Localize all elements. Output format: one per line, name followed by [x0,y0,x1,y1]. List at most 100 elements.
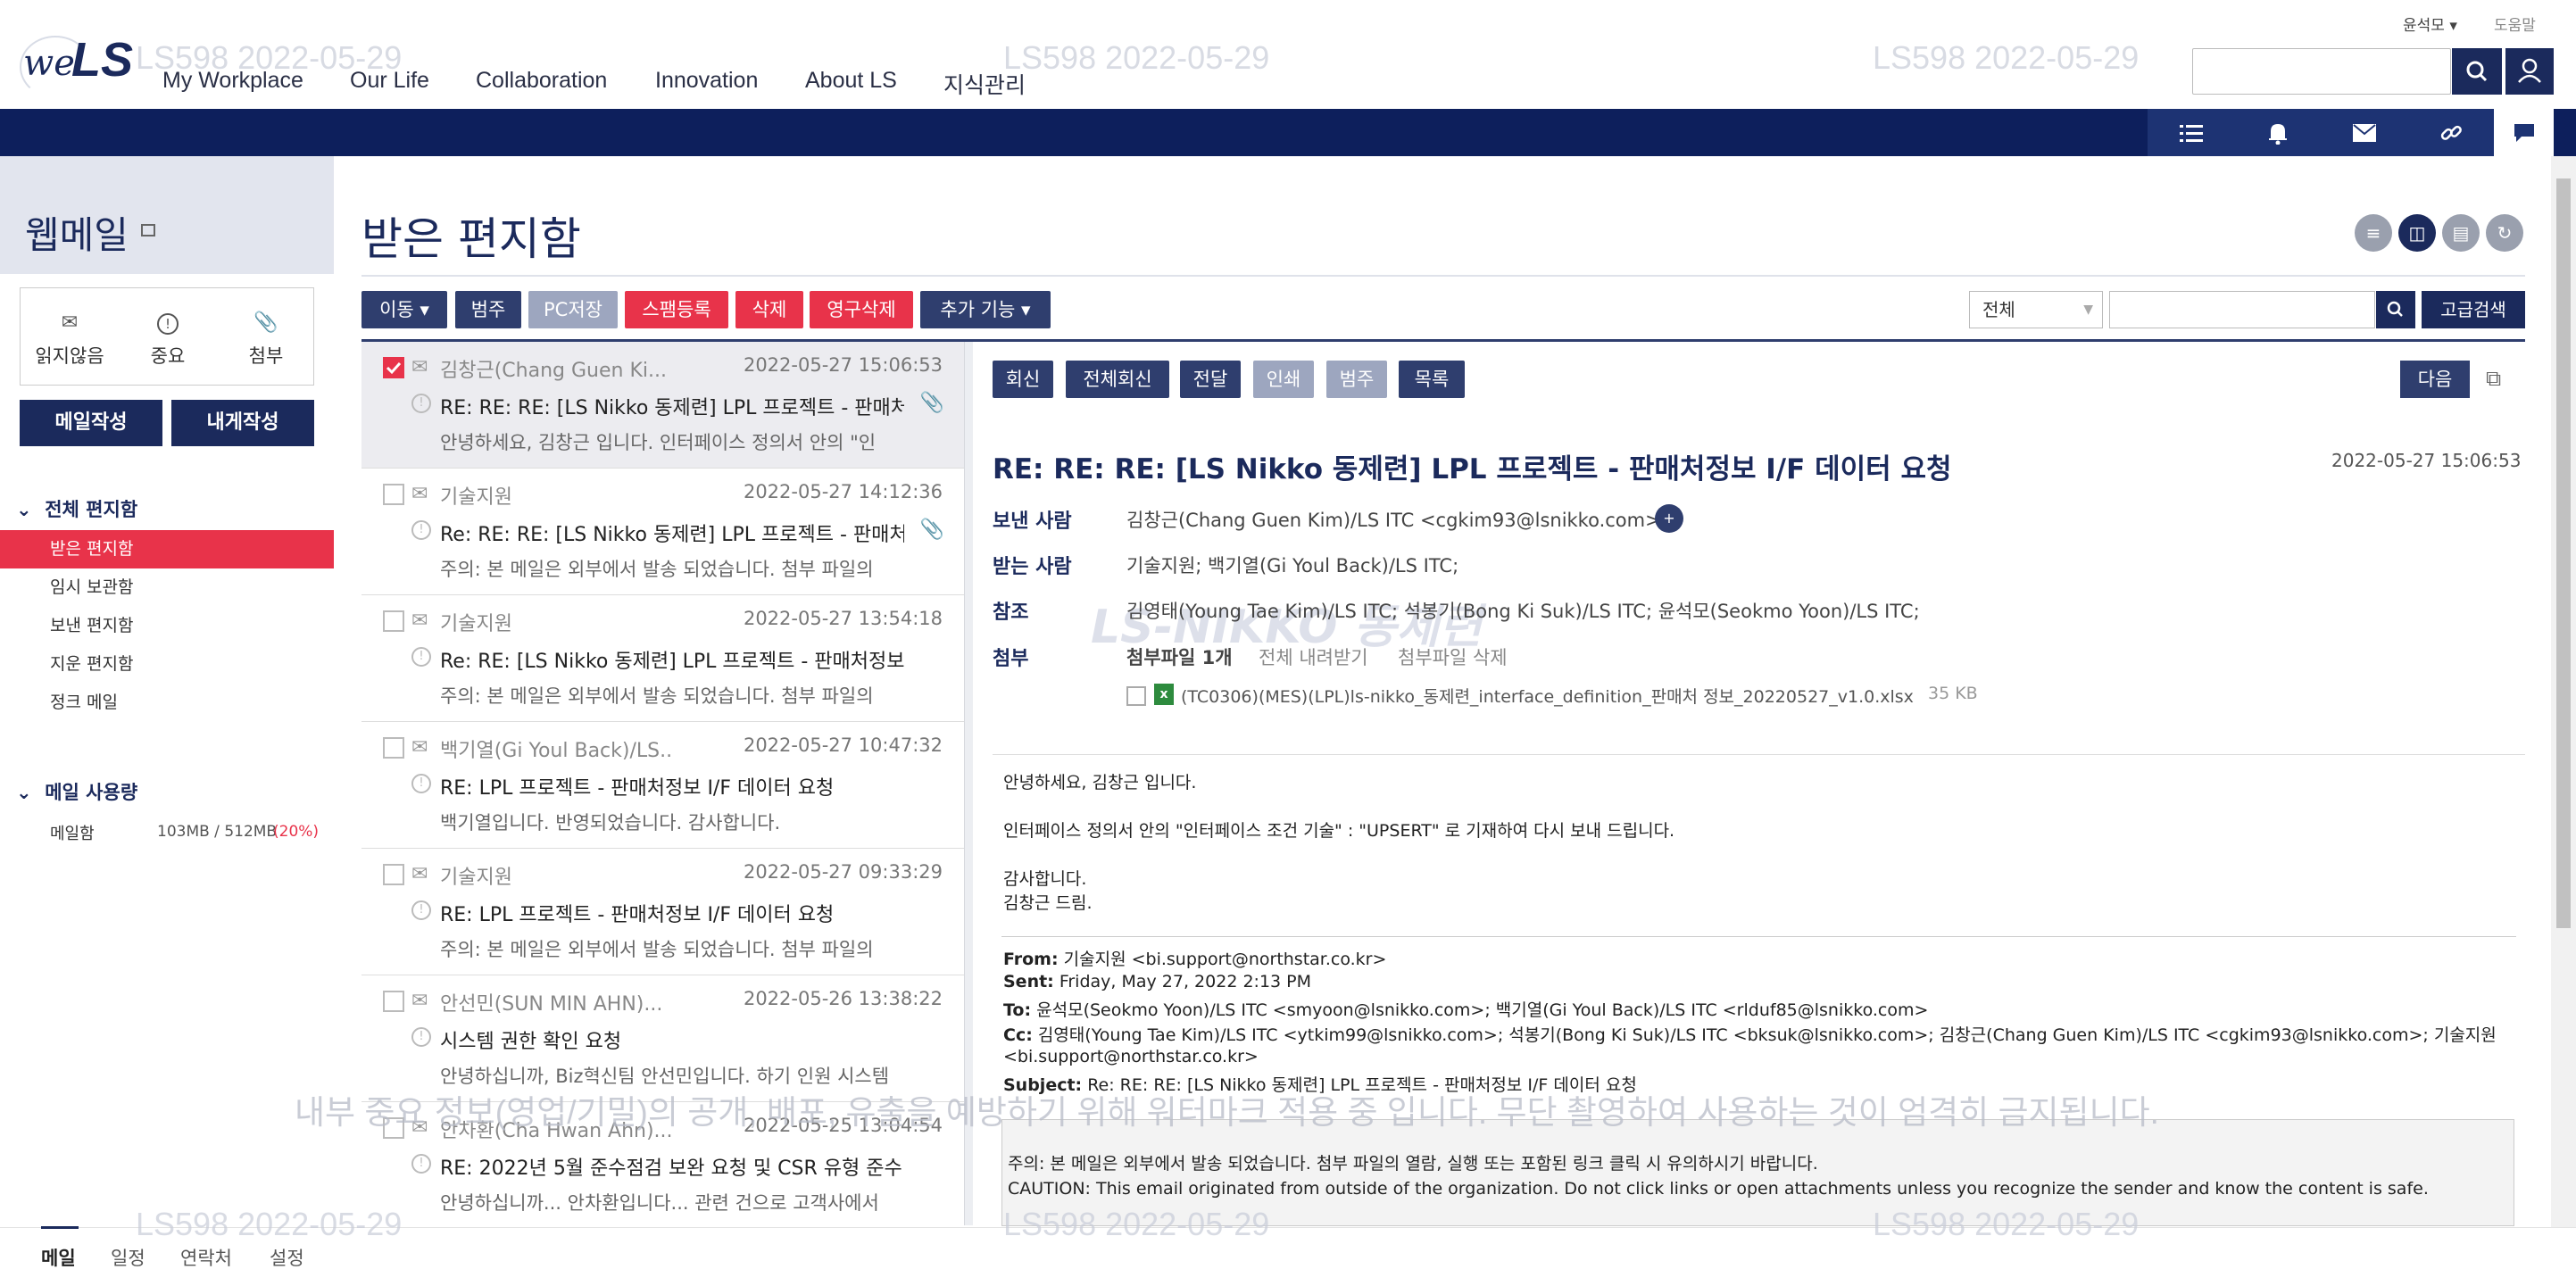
sidebar-header: 웹메일 [0,156,334,274]
important-toggle-icon[interactable]: ! [411,520,431,540]
forward-button[interactable]: 전달 [1180,361,1241,398]
quick-attachment[interactable]: 📎 첨부 [217,288,315,386]
mail-checkbox[interactable] [383,864,404,885]
mail-checkbox[interactable] [383,484,404,505]
important-toggle-icon[interactable]: ! [411,394,431,413]
folder-drafts[interactable]: 임시 보관함 [0,568,334,607]
list-view-util[interactable] [2148,109,2234,156]
cc-value[interactable]: 김영태(Young Tae Kim)/LS ITC; 석봉기(Bong Ki S… [1126,597,1920,624]
search-scope-select[interactable]: 전체 ▼ [1969,291,2103,328]
mail-list-item[interactable]: ✉ 기술지원 2022-05-27 14:12:36! Re: RE: RE: [LS… [361,469,964,595]
folder-junk[interactable]: 정크 메일 [0,684,334,722]
view-split-vertical-button[interactable]: ◫ [2398,214,2436,252]
mail-util[interactable] [2321,109,2407,156]
nav-about-ls[interactable]: About LS [805,68,897,94]
important-toggle-icon[interactable]: ! [411,774,431,793]
envelope-open-icon: ✉ [411,610,428,632]
move-button[interactable]: 이동 ▾ [361,291,447,328]
user-menu[interactable]: 윤석모 ▾ [2403,12,2457,35]
bottom-tab-contacts[interactable]: 연락처 [180,1244,232,1271]
mail-checkbox[interactable] [383,357,404,378]
quoted-to: To: 윤석모(Seokmo Yoon)/LS ITC <smyoon@lsni… [1003,997,1928,1021]
quoted-sent-label: Sent: [1003,972,1054,991]
mail-list-item[interactable]: ✉ 안선민(SUN MIN AHN)... 2022-05-26 13:38:22!… [361,975,964,1102]
mail-checkbox[interactable] [383,610,404,632]
reply-all-button[interactable]: 전체회신 [1066,361,1169,398]
important-toggle-icon[interactable]: ! [411,1154,431,1174]
folder-sent[interactable]: 보낸 편지함 [0,607,334,645]
folder-inbox[interactable]: 받은 편지함 [0,530,334,568]
advanced-search-button[interactable]: 고급검색 [2422,291,2525,328]
attachment-file-name[interactable]: (TC0306)(MES)(LPL)ls-nikko_동제련_interface… [1181,684,1914,708]
reply-button[interactable]: 회신 [993,361,1053,398]
important-toggle-icon[interactable]: ! [411,900,431,920]
mail-sender: 기술지원 [440,613,512,635]
list-button[interactable]: 목록 [1399,361,1465,398]
mail-search-button[interactable] [2376,291,2415,328]
category-button[interactable]: 범주 [455,291,521,328]
to-value[interactable]: 기술지원; 백기열(Gi Youl Back)/LS ITC; [1126,552,1458,578]
all-folders-toggle[interactable]: ⌄ 전체 편지함 [16,495,137,522]
mail-checkbox[interactable] [383,991,404,1012]
bottom-tab-mail[interactable]: 메일 [41,1244,76,1271]
notification-util[interactable] [2234,109,2321,156]
global-search-input[interactable] [2192,48,2451,95]
pc-save-button[interactable]: PC저장 [528,291,618,328]
print-button[interactable]: 인쇄 [1253,361,1314,398]
quoted-sent: Sent: Friday, May 27, 2022 2:13 PM [1003,972,1311,991]
bottom-tab-settings[interactable]: 설정 [270,1244,304,1271]
view-split-horizontal-button[interactable]: ▤ [2442,214,2480,252]
compose-button[interactable]: 메일작성 [20,400,162,446]
watermark-text: LS598 2022-05-29 [1003,39,1270,76]
mail-search-input[interactable] [2109,291,2375,328]
view-list-button[interactable]: ≡ [2355,214,2392,252]
from-value[interactable]: 김창근(Chang Guen Kim)/LS ITC <cgkim93@lsni… [1126,506,1661,533]
quick-important[interactable]: ! 중요 [119,288,217,386]
mail-preview: 주의: 본 메일은 외부에서 발송 되었습니다. 첨부 파일의 [440,559,874,580]
mail-list-item[interactable]: ✉ 김창근(Chang Guen Ki... 2022-05-27 15:06:53… [361,342,964,469]
important-toggle-icon[interactable]: ! [411,1027,431,1047]
mail-preview: 주의: 본 메일은 외부에서 발송 되었습니다. 첨부 파일의 [440,685,874,707]
caution-en: CAUTION: This email originated from outs… [1008,1179,2429,1199]
quoted-cc-cont: <bi.support@northstar.co.kr> [1003,1047,1259,1066]
link-util[interactable] [2407,109,2494,156]
user-profile-button[interactable] [2505,48,2554,95]
folder-deleted[interactable]: 지운 편지함 [0,645,334,684]
mail-usage-toggle[interactable]: ⌄ 메일 사용량 [16,778,137,805]
popout-icon[interactable] [141,224,155,236]
help-link[interactable]: 도움말 [2494,12,2536,35]
reader-category-button[interactable]: 범주 [1326,361,1387,398]
bottom-tab-schedule[interactable]: 일정 [111,1244,145,1271]
envelope-open-icon: ✉ [411,356,428,378]
download-all-link[interactable]: 전체 내려받기 [1259,643,1368,670]
mail-preview: 백기열입니다. 반영되었습니다. 감사합니다. [440,812,781,834]
mail-list-item[interactable]: ✉ 기술지원 2022-05-27 13:54:18! Re: RE: [LS Nik… [361,595,964,722]
delete-button[interactable]: 삭제 [735,291,803,328]
global-search-button[interactable] [2452,48,2502,95]
important-toggle-icon[interactable]: ! [411,647,431,667]
mail-list-item[interactable]: ✉ 기술지원 2022-05-27 09:33:29! RE: LPL 프로젝트 - … [361,849,964,975]
next-mail-button[interactable]: 다음 [2400,361,2470,398]
more-functions-button[interactable]: 추가 기능 ▾ [920,291,1051,328]
nav-collaboration[interactable]: Collaboration [476,68,607,94]
delete-attachment-link[interactable]: 첨부파일 삭제 [1398,643,1508,670]
permanent-delete-button[interactable]: 영구삭제 [810,291,913,328]
attachment-checkbox[interactable] [1126,686,1146,706]
mail-date: 2022-05-26 13:38:22 [743,988,943,1009]
quoted-to-value: 윤석모(Seokmo Yoon)/LS ITC <smyoon@lsnikko.… [1031,1000,1929,1020]
mail-list-item[interactable]: ✉ 백기열(Gi Youl Back)/LS... 2022-05-27 10:47… [361,722,964,849]
popout-window-icon[interactable]: ⧉ [2486,366,2501,391]
watermark-text: LS598 2022-05-29 [1873,39,2140,76]
add-contact-icon[interactable]: + [1655,504,1683,533]
nav-innovation[interactable]: Innovation [655,68,758,94]
chevron-down-icon: ⌄ [16,499,32,520]
mail-checkbox[interactable] [383,737,404,759]
compose-self-button[interactable]: 내게작성 [171,400,314,446]
search-scope-value: 전체 [1982,299,2015,320]
refresh-button[interactable]: ↻ [2486,214,2523,252]
messenger-util[interactable] [2494,109,2554,156]
spam-button[interactable]: 스팸등록 [625,291,728,328]
page-scrollbar-thumb[interactable] [2556,178,2571,928]
attach-count: 첨부파일 1개 [1126,647,1233,668]
quick-unread[interactable]: ✉ 읽지않음 [21,288,119,386]
